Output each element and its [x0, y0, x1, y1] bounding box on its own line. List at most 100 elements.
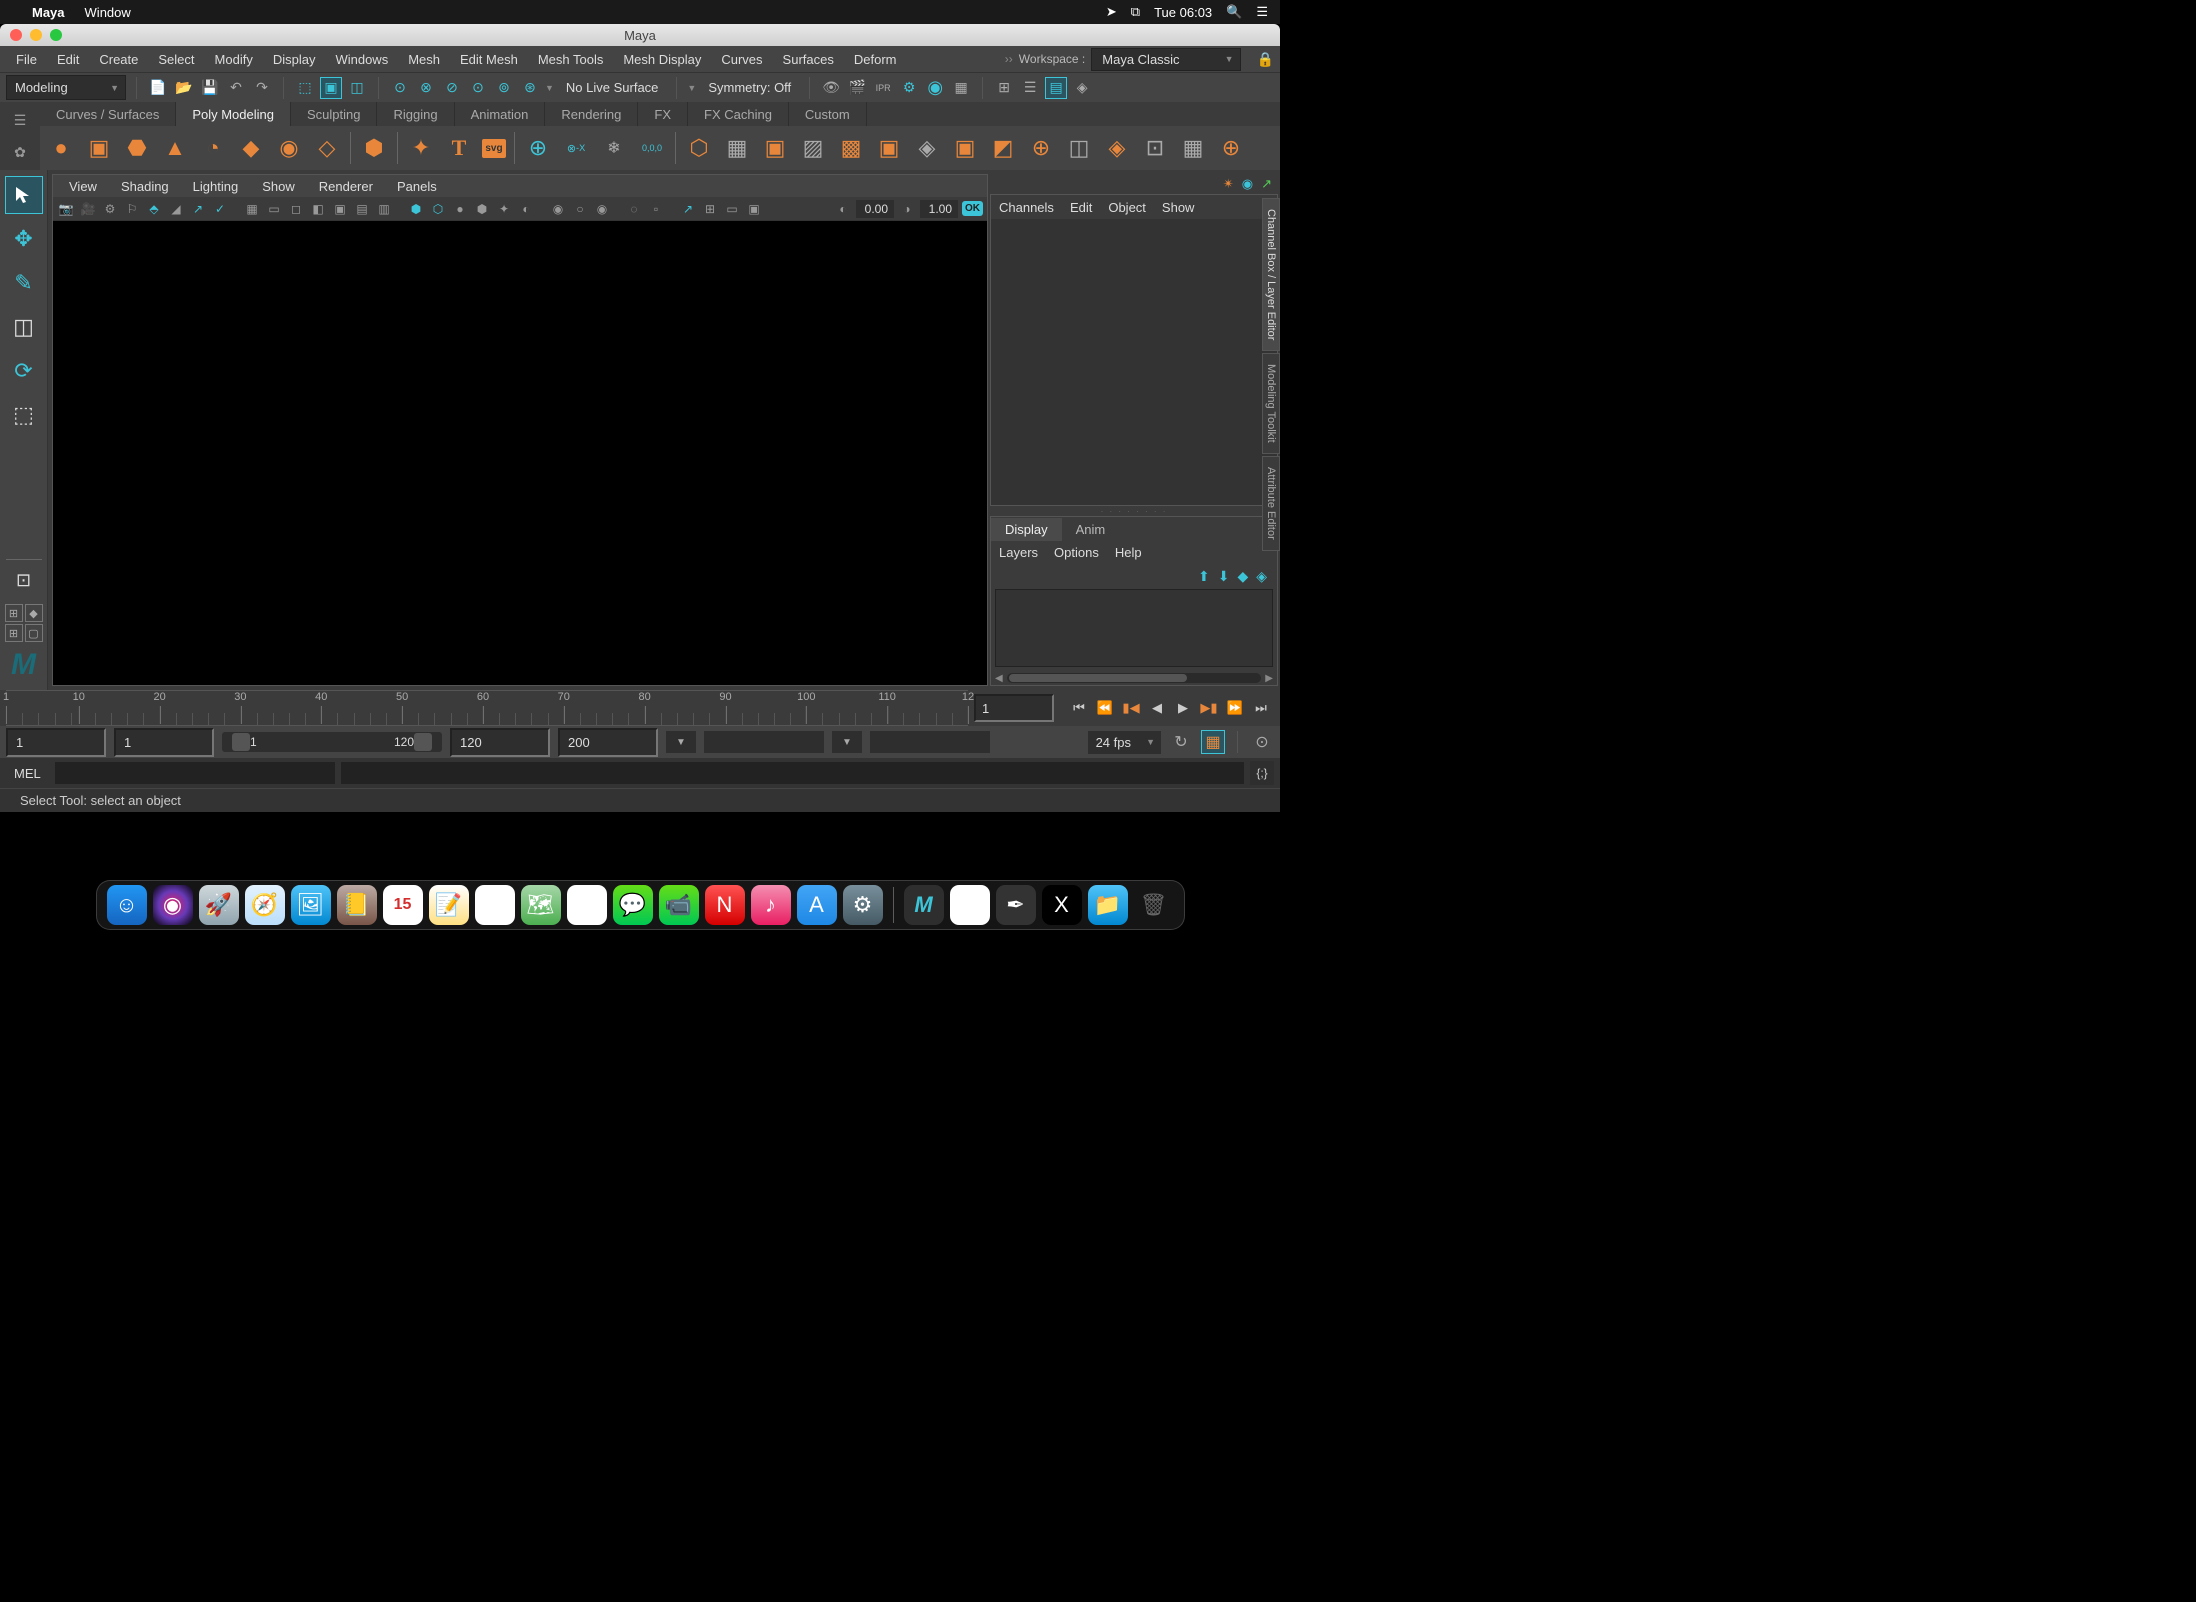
quad-icon[interactable]: ◩: [988, 133, 1018, 163]
dock-news-icon[interactable]: N: [705, 885, 745, 925]
dock-notes-icon[interactable]: 📝: [429, 885, 469, 925]
dock-maps-icon[interactable]: 🗺: [521, 885, 561, 925]
undo-icon[interactable]: ↶: [225, 77, 247, 99]
shelf-tab-rigging[interactable]: Rigging: [377, 102, 454, 126]
uvsphere-icon[interactable]: ⊕: [1216, 133, 1246, 163]
menu-meshdisplay[interactable]: Mesh Display: [613, 52, 711, 67]
select-object-icon[interactable]: ▣: [320, 77, 342, 99]
mirror-icon[interactable]: ▩: [836, 133, 866, 163]
vp-colormgmt-icon[interactable]: OK: [962, 201, 983, 216]
cb-menu-edit[interactable]: Edit: [1070, 200, 1092, 215]
command-input[interactable]: [55, 762, 335, 784]
dock-photos-icon[interactable]: ✿: [567, 885, 607, 925]
dock-maya-icon[interactable]: M: [904, 885, 944, 925]
vp-ao-icon[interactable]: ◉: [549, 200, 567, 218]
layout-single[interactable]: ⊞: [5, 604, 23, 622]
step-fwd-key-icon[interactable]: ⏩: [1224, 697, 1246, 719]
layer-tab-display[interactable]: Display: [991, 518, 1062, 541]
vp-menu-renderer[interactable]: Renderer: [307, 179, 385, 194]
vp-exposure-icon[interactable]: ◐: [834, 200, 852, 218]
graph-icon[interactable]: ↗: [1261, 176, 1272, 192]
render-view-icon[interactable]: 👁: [820, 77, 842, 99]
layer-menu-layers[interactable]: Layers: [999, 545, 1038, 560]
shelf-tab-fxcaching[interactable]: FX Caching: [688, 102, 789, 126]
vp-shadow-icon[interactable]: ◐: [517, 200, 535, 218]
poly-disc-icon[interactable]: ◉: [274, 133, 304, 163]
dock-facetime-icon[interactable]: 📹: [659, 885, 699, 925]
vp-camera-icon[interactable]: 📷: [57, 200, 75, 218]
menu-editmesh[interactable]: Edit Mesh: [450, 52, 528, 67]
vp-menu-show[interactable]: Show: [250, 179, 307, 194]
dock-reminders-icon[interactable]: ▤: [475, 885, 515, 925]
select-component-icon[interactable]: ◫: [346, 77, 368, 99]
hypershade-icon[interactable]: ◉: [924, 77, 946, 99]
layer-scrollbar[interactable]: ◀ ▶: [991, 671, 1277, 685]
shelf-tab-curves[interactable]: Curves / Surfaces: [40, 102, 176, 126]
vp-gate-icon[interactable]: ▦: [243, 200, 261, 218]
menu-meshtools[interactable]: Mesh Tools: [528, 52, 614, 67]
vtab-attributeeditor[interactable]: Attribute Editor: [1262, 456, 1280, 551]
channel-box-body[interactable]: [991, 219, 1277, 505]
shelf-tab-custom[interactable]: Custom: [789, 102, 867, 126]
menu-display[interactable]: Display: [263, 52, 326, 67]
range-start-out[interactable]: [6, 728, 106, 757]
dock-appstore-icon[interactable]: A: [797, 885, 837, 925]
vp-light1-icon[interactable]: ●: [451, 200, 469, 218]
vp-snap3-icon[interactable]: ▭: [723, 200, 741, 218]
vp-bookmark-icon[interactable]: 🎥: [79, 200, 97, 218]
checker-icon[interactable]: ▦: [1178, 133, 1208, 163]
layer-menu-help[interactable]: Help: [1115, 545, 1142, 560]
layer-movedown-icon[interactable]: ⬇: [1218, 568, 1230, 585]
loop-icon[interactable]: ↻: [1169, 730, 1193, 754]
mac-menu-window[interactable]: Window: [85, 5, 131, 20]
step-back-frame-icon[interactable]: ▮◀: [1120, 697, 1142, 719]
clock[interactable]: Tue 06:03: [1154, 5, 1212, 20]
sync-icon[interactable]: ◉: [1242, 176, 1253, 192]
light-editor-icon[interactable]: ▦: [950, 77, 972, 99]
bridge-icon[interactable]: ◈: [1102, 133, 1132, 163]
workspace-selector[interactable]: Maya Classic: [1091, 48, 1240, 71]
render-seq-icon[interactable]: 🎬: [846, 77, 868, 99]
vp-exposure-value[interactable]: 0.00: [856, 200, 894, 218]
poly-cone-icon[interactable]: ▲: [160, 133, 190, 163]
cb-menu-show[interactable]: Show: [1162, 200, 1195, 215]
prefs-icon[interactable]: ⊙: [1250, 730, 1274, 754]
app-name[interactable]: Maya: [32, 5, 65, 20]
vp-snap1-icon[interactable]: ↗: [679, 200, 697, 218]
poly-star-icon[interactable]: ✦: [406, 133, 436, 163]
dock-siri-icon[interactable]: ◉: [153, 885, 193, 925]
fps-selector[interactable]: 24 fps: [1088, 731, 1161, 754]
vp-light3-icon[interactable]: ✦: [495, 200, 513, 218]
vtab-modelingtoolkit[interactable]: Modeling Toolkit: [1262, 353, 1280, 454]
menu-windows[interactable]: Windows: [325, 52, 398, 67]
move-tool[interactable]: ◫: [5, 308, 43, 346]
dock-scripteditor-icon[interactable]: ✒: [996, 885, 1036, 925]
last-tool[interactable]: ⊡: [5, 566, 43, 594]
reduce-icon[interactable]: ⊕: [1026, 133, 1056, 163]
freeze-icon[interactable]: ❄: [599, 133, 629, 163]
snap-live-icon[interactable]: ⊚: [493, 77, 515, 99]
shelf-tab-sculpting[interactable]: Sculpting: [291, 102, 377, 126]
boolean-icon[interactable]: ▨: [798, 133, 828, 163]
layer-list[interactable]: [995, 589, 1273, 667]
paint-select-tool[interactable]: ✎: [5, 264, 43, 302]
open-scene-icon[interactable]: 📂: [173, 77, 195, 99]
rotate-tool[interactable]: ⟳: [5, 352, 43, 390]
range-slider[interactable]: 1 120: [222, 732, 442, 752]
vp-snap2-icon[interactable]: ⊞: [701, 200, 719, 218]
pivot-icon[interactable]: ⊕: [523, 133, 553, 163]
new-scene-icon[interactable]: 📄: [147, 77, 169, 99]
goto-end-icon[interactable]: ⏭: [1250, 697, 1272, 719]
step-back-key-icon[interactable]: ⏪: [1094, 697, 1116, 719]
layout-4view[interactable]: ◆: [25, 604, 43, 622]
vp-ab-icon[interactable]: ▣: [331, 200, 349, 218]
play-forward-icon[interactable]: ▶: [1172, 697, 1194, 719]
dock-trash-icon[interactable]: 🗑: [1134, 885, 1174, 925]
shelf-tab-rendering[interactable]: Rendering: [545, 102, 638, 126]
poly-plane-icon[interactable]: ◆: [236, 133, 266, 163]
vp-2d-icon[interactable]: ◢: [167, 200, 185, 218]
snap-toggle-icon[interactable]: ⊛: [519, 77, 541, 99]
snap-grid-icon[interactable]: ⊙: [389, 77, 411, 99]
bbox-icon[interactable]: ⊡: [1140, 133, 1170, 163]
combine-icon[interactable]: ⬡: [684, 133, 714, 163]
